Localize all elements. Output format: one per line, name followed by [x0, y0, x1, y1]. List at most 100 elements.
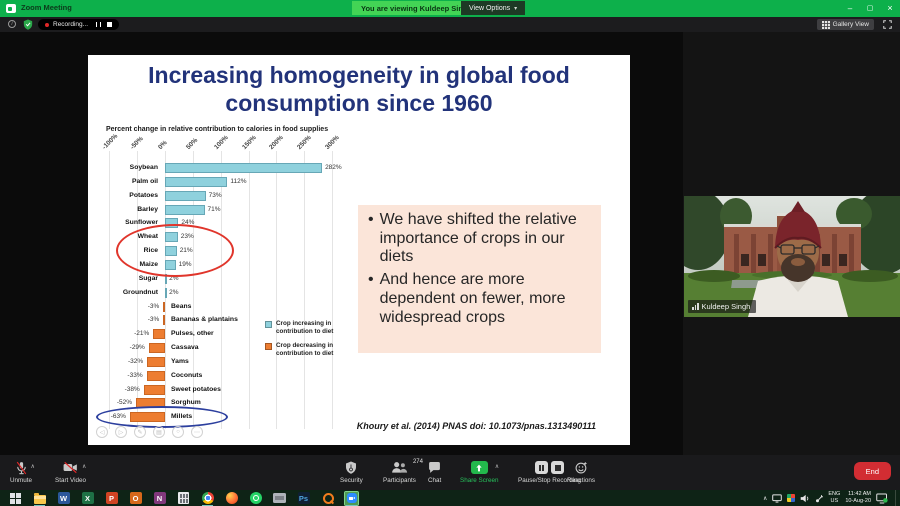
chart-bar: [144, 385, 165, 395]
legend-label: Crop decreasing in contribution to diet: [276, 342, 340, 358]
chart-category-label: Bananas & plantains: [171, 315, 238, 325]
fullscreen-icon[interactable]: [883, 20, 892, 29]
smiley-icon: [575, 461, 588, 474]
title-bar: Zoom Meeting You are viewing Kuldeep Sin…: [0, 0, 900, 17]
window-title: Zoom Meeting: [21, 3, 72, 12]
start-video-button[interactable]: ∧ Start Video: [55, 460, 86, 484]
video-options-caret[interactable]: ∧: [82, 463, 86, 470]
legend-swatch: [265, 343, 272, 350]
participant-video-feed: [684, 196, 900, 317]
windows-taskbar: WXPON Ps ∧ ENG US 11:42 AM 10-Aug-20: [0, 490, 900, 506]
taskbar-whatsapp-icon[interactable]: [249, 492, 262, 505]
chart-bar: [165, 288, 167, 298]
chart-gridline: [332, 151, 333, 429]
chart-category-label: Yams: [171, 357, 189, 367]
app-tray-icon[interactable]: [787, 494, 795, 502]
chart-value-label: -32%: [107, 357, 143, 367]
usb-device-icon[interactable]: [815, 494, 823, 503]
bullet-item: • We have shifted the relative importanc…: [368, 211, 593, 267]
chart-bar: [149, 343, 165, 353]
participant-name-tag: Kuldeep Singh: [688, 300, 756, 313]
meeting-info-icon[interactable]: [8, 20, 16, 28]
language-indicator[interactable]: ENG US: [828, 491, 840, 505]
zoom-tool-button[interactable]: ○: [172, 426, 184, 438]
taskbar-chrome-icon[interactable]: [201, 492, 214, 505]
clock[interactable]: 11:42 AM 10-Aug-20: [845, 491, 871, 505]
participant-video-tile[interactable]: Kuldeep Singh: [684, 196, 900, 317]
taskbar-photoshop-icon[interactable]: Ps: [297, 492, 310, 505]
participants-button[interactable]: 274 Participants: [383, 460, 416, 484]
system-tray: ∧ ENG US 11:42 AM 10-Aug-20: [763, 490, 897, 506]
chart-bar: [163, 302, 165, 312]
gallery-view-button[interactable]: Gallery View: [817, 19, 874, 30]
slide-panel-button[interactable]: ▤: [153, 426, 165, 438]
audio-level-icon: [692, 303, 699, 310]
security-button[interactable]: Security: [340, 460, 363, 484]
bullet-text-box: • We have shifted the relative importanc…: [358, 205, 601, 353]
chart-category-label: Soybean: [88, 163, 158, 173]
close-button[interactable]: [880, 0, 900, 16]
presentation-controls: ◁ ▷ ✎ ▤ ○ ⋯: [96, 426, 203, 438]
share-options-caret[interactable]: ∧: [495, 463, 499, 470]
view-options-button[interactable]: View Options: [461, 1, 525, 15]
reactions-button[interactable]: Reactions: [567, 460, 595, 484]
taskbar-file-explorer-icon[interactable]: [33, 492, 46, 505]
chart-category-label: Palm oil: [88, 177, 158, 187]
speaker-icon[interactable]: [800, 494, 810, 503]
chart-value-label: -3%: [123, 315, 159, 325]
grid-icon: [822, 21, 830, 29]
chart-category-label: Sugar: [88, 274, 158, 284]
minimize-button[interactable]: [840, 0, 860, 16]
taskbar-word-icon[interactable]: W: [57, 492, 70, 505]
pen-tool-button[interactable]: ✎: [134, 426, 146, 438]
microphone-muted-icon: [15, 461, 28, 475]
taskbar-start-icon[interactable]: [9, 492, 22, 505]
display-tray-icon[interactable]: [772, 494, 782, 503]
unmute-button[interactable]: ∧ Unmute: [10, 460, 32, 484]
taskbar-onenote-icon[interactable]: N: [153, 492, 166, 505]
annotation-ellipse-blue: [96, 406, 228, 428]
tray-expand-caret[interactable]: ∧: [763, 495, 767, 502]
end-meeting-button[interactable]: End: [854, 462, 891, 480]
show-desktop-button[interactable]: [895, 490, 897, 506]
participants-icon: [391, 461, 408, 474]
audio-options-caret[interactable]: ∧: [31, 463, 35, 470]
chart-value-label: -33%: [107, 371, 143, 381]
next-slide-button[interactable]: ▷: [115, 426, 127, 438]
chart-bar: [165, 177, 227, 187]
taskbar-powerpoint-icon[interactable]: P: [105, 492, 118, 505]
chart-value-label: -3%: [123, 302, 159, 312]
chart-bar: [147, 357, 165, 367]
chart-value-label: 73%: [209, 191, 222, 201]
taskbar-keyboard-icon[interactable]: [273, 492, 286, 505]
share-screen-button[interactable]: ∧ Share Screen: [460, 460, 499, 484]
more-options-button[interactable]: ⋯: [191, 426, 203, 438]
recording-indicator: Recording...: [38, 19, 119, 30]
taskbar-excel-icon[interactable]: X: [81, 492, 94, 505]
taskbar-firefox-icon[interactable]: [225, 492, 238, 505]
notification-center-icon[interactable]: [876, 493, 888, 504]
pause-recording-icon[interactable]: [96, 22, 101, 27]
meeting-info-bar: Recording... Gallery View: [0, 17, 900, 32]
chat-button[interactable]: Chat: [428, 460, 441, 484]
previous-slide-button[interactable]: ◁: [96, 426, 108, 438]
chart-category-label: Coconuts: [171, 371, 202, 381]
legend-item: Crop decreasing in contribution to diet: [265, 342, 340, 358]
stop-recording-button-icon[interactable]: [551, 461, 564, 474]
chart-category-label: Potatoes: [88, 191, 158, 201]
zoom-meeting-window: Zoom Meeting You are viewing Kuldeep Sin…: [0, 0, 900, 506]
zoom-app-icon: [6, 4, 16, 13]
taskbar-search-tool-icon[interactable]: [321, 492, 334, 505]
taskbar-outlook-icon[interactable]: O: [129, 492, 142, 505]
taskbar-apps: WXPON Ps: [0, 492, 358, 505]
chart-bar: [163, 315, 165, 325]
video-panel: Kuldeep Singh: [683, 32, 900, 455]
tray-date: 10-Aug-20: [845, 498, 871, 505]
maximize-button[interactable]: [860, 0, 880, 16]
pause-recording-button-icon[interactable]: [535, 461, 548, 474]
chart-category-label: Barley: [88, 205, 158, 215]
stop-recording-icon[interactable]: [107, 22, 112, 27]
taskbar-zoom-app-icon[interactable]: [345, 492, 358, 505]
taskbar-calculator-icon[interactable]: [177, 492, 190, 505]
chart-bar: [147, 371, 165, 381]
